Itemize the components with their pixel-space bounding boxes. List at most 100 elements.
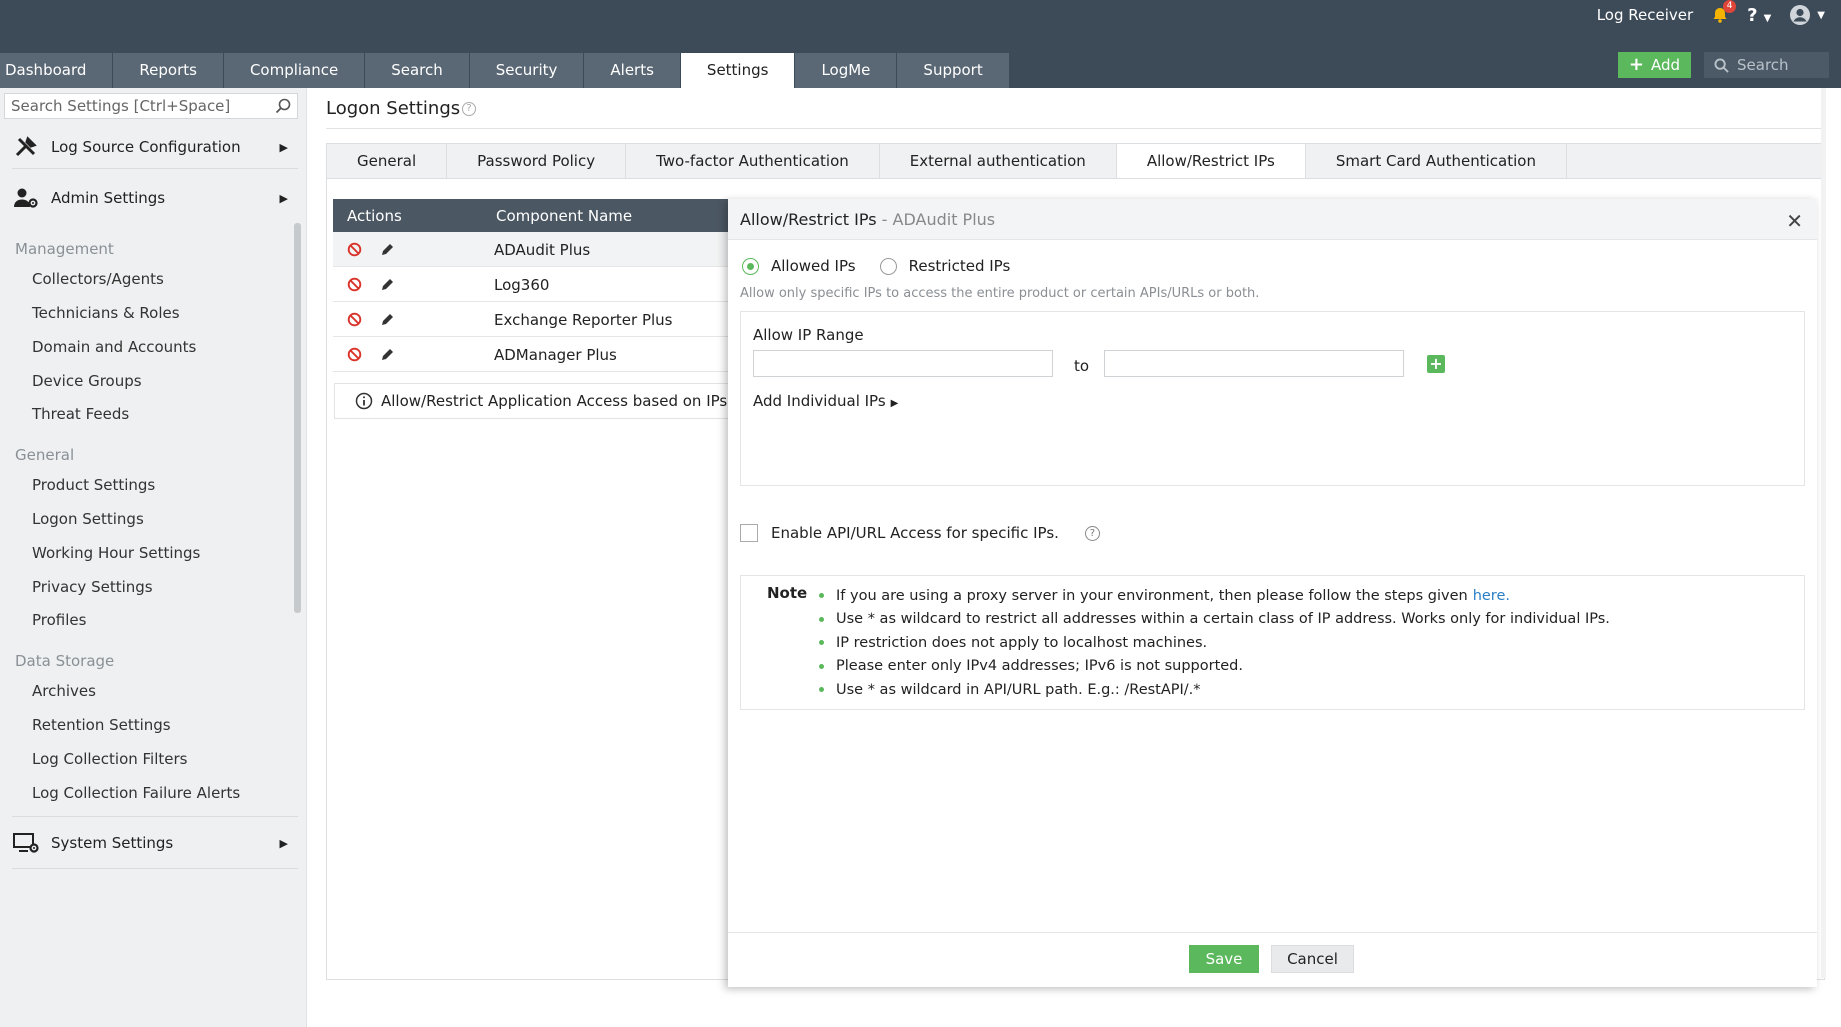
note-item: Use * as wildcard to restrict all addres…	[819, 608, 1610, 632]
ip-range-start-input[interactable]	[753, 350, 1053, 377]
sidebar-item-log-collection-filters[interactable]: Log Collection Filters	[32, 750, 188, 768]
edit-icon[interactable]	[381, 347, 395, 361]
tab-general[interactable]: General	[327, 144, 448, 178]
sidebar-item-retention-settings[interactable]: Retention Settings	[32, 716, 171, 734]
dialog-subtitle: ADAudit Plus	[892, 210, 996, 229]
sidebar-item-privacy-settings[interactable]: Privacy Settings	[32, 578, 153, 596]
top-right-controls: Log Receiver 4 ? ▼ ▼	[1597, 0, 1825, 28]
help-icon: ?	[1747, 4, 1758, 26]
help-menu[interactable]: ? ▼	[1747, 5, 1771, 26]
sidebar-log-source-label: Log Source Configuration	[51, 138, 241, 156]
nav-tab-support[interactable]: Support	[897, 53, 1009, 88]
allow-restrict-ips-dialog: Allow/Restrict IPs - ADAudit Plus ✕ Allo…	[728, 199, 1817, 987]
edit-icon[interactable]	[381, 242, 395, 256]
note-label: Note	[767, 584, 808, 602]
notification-badge: 4	[1723, 0, 1737, 13]
tools-icon	[15, 136, 37, 157]
chevron-right-icon: ▶	[279, 140, 288, 154]
add-individual-ips-toggle[interactable]: Add Individual IPs ▶	[753, 392, 898, 410]
bell-icon[interactable]: 4	[1711, 0, 1737, 24]
nav-tab-reports[interactable]: Reports	[113, 53, 223, 88]
sidebar-admin-settings[interactable]: Admin Settings ▶	[12, 178, 298, 218]
api-access-label[interactable]: Enable API/URL Access for specific IPs.	[771, 524, 1059, 542]
ip-range-end-input[interactable]	[1104, 350, 1404, 377]
restricted-ips-radio[interactable]	[879, 257, 897, 275]
chevron-right-icon: ▶	[279, 191, 288, 205]
restricted-ips-label[interactable]: Restricted IPs	[909, 257, 1011, 275]
block-icon[interactable]	[347, 312, 362, 327]
bullet-icon	[819, 687, 824, 693]
sidebar-item-log-collection-failure-alerts[interactable]: Log Collection Failure Alerts	[32, 784, 240, 802]
add-button[interactable]: + Add	[1618, 52, 1691, 78]
note-list: If you are using a proxy server in your …	[819, 584, 1610, 702]
help-icon[interactable]: ?	[462, 102, 476, 116]
save-button[interactable]: Save	[1189, 945, 1259, 973]
sidebar-item-technicians-roles[interactable]: Technicians & Roles	[32, 304, 180, 322]
allowed-ips-hint: Allow only specific IPs to access the en…	[740, 286, 1260, 301]
note-item: Use * as wildcard in API/URL path. E.g.:…	[819, 678, 1610, 702]
ip-range-to-label: to	[1074, 357, 1090, 375]
sidebar-log-source-configuration[interactable]: Log Source Configuration ▶	[12, 127, 298, 167]
tab-external-authentication[interactable]: External authentication	[880, 144, 1117, 178]
tab-allow-restrict-ips[interactable]: Allow/Restrict IPs	[1116, 144, 1306, 178]
sidebar-item-threat-feeds[interactable]: Threat Feeds	[32, 405, 129, 423]
sidebar-item-product-settings[interactable]: Product Settings	[32, 476, 155, 494]
sidebar-item-domain-accounts[interactable]: Domain and Accounts	[32, 338, 196, 356]
main-nav: Dashboard Reports Compliance Search Secu…	[0, 53, 1010, 88]
page-scrollbar[interactable]	[1821, 88, 1826, 978]
help-icon[interactable]: ?	[1084, 525, 1100, 541]
sidebar-item-archives[interactable]: Archives	[32, 682, 96, 700]
settings-search-placeholder: Search Settings [Ctrl+Space]	[11, 97, 231, 115]
user-gear-icon	[14, 188, 38, 208]
table-row: Log360	[333, 267, 731, 302]
nav-tab-settings[interactable]: Settings	[680, 53, 795, 88]
table-row: ADAudit Plus	[333, 232, 731, 267]
info-message: Allow/Restrict Application Access based …	[334, 383, 732, 419]
note-text: Use * as wildcard in API/URL path. E.g.:…	[836, 681, 1201, 698]
sidebar-item-profiles[interactable]: Profiles	[32, 611, 86, 629]
component-name: ADAudit Plus	[494, 241, 591, 259]
sidebar-item-logon-settings[interactable]: Logon Settings	[32, 510, 144, 528]
note-text: IP restriction does not apply to localho…	[836, 634, 1208, 651]
sidebar-section-data-storage: Data Storage	[15, 652, 115, 670]
edit-icon[interactable]	[381, 312, 395, 326]
close-icon[interactable]: ✕	[1786, 209, 1803, 233]
nav-tab-compliance[interactable]: Compliance	[223, 53, 365, 88]
api-access-checkbox[interactable]	[740, 524, 758, 542]
sidebar-system-settings[interactable]: System Settings ▶	[12, 823, 298, 863]
nav-tab-dashboard[interactable]: Dashboard	[0, 53, 113, 88]
sidebar-item-device-groups[interactable]: Device Groups	[32, 372, 142, 390]
tab-two-factor-authentication[interactable]: Two-factor Authentication	[626, 144, 880, 178]
user-role-label[interactable]: Log Receiver	[1597, 6, 1693, 24]
proxy-steps-link[interactable]: here.	[1473, 588, 1510, 604]
note-text: Please enter only IPv4 addresses; IPv6 i…	[836, 658, 1243, 675]
nav-tab-logme[interactable]: LogMe	[795, 53, 897, 88]
settings-search-input[interactable]: Search Settings [Ctrl+Space]	[4, 93, 298, 119]
component-name: Log360	[494, 276, 550, 294]
global-search-input[interactable]: Search	[1704, 52, 1829, 78]
add-range-icon[interactable]: +	[1427, 355, 1445, 373]
sidebar-section-management: Management	[15, 240, 114, 258]
nav-tab-search[interactable]: Search	[365, 53, 469, 88]
edit-icon[interactable]	[381, 277, 395, 291]
ip-range-panel: Allow IP Range to + Add Individual IPs ▶	[740, 311, 1805, 486]
block-icon[interactable]	[347, 347, 362, 362]
allowed-ips-radio[interactable]	[742, 257, 759, 275]
sidebar-item-working-hour-settings[interactable]: Working Hour Settings	[32, 544, 200, 562]
dialog-header: Allow/Restrict IPs - ADAudit Plus ✕	[728, 199, 1817, 240]
sidebar-item-collectors-agents[interactable]: Collectors/Agents	[32, 270, 164, 288]
ip-mode-radio-group: Allowed IPs Restricted IPs	[742, 257, 1034, 275]
nav-tab-security[interactable]: Security	[469, 53, 584, 88]
search-icon	[1714, 57, 1729, 73]
allowed-ips-label[interactable]: Allowed IPs	[771, 257, 856, 275]
block-icon[interactable]	[347, 242, 362, 257]
tab-smart-card-authentication[interactable]: Smart Card Authentication	[1306, 144, 1567, 178]
nav-tab-alerts[interactable]: Alerts	[584, 53, 680, 88]
sidebar-scrollbar[interactable]	[294, 223, 301, 613]
cancel-button[interactable]: Cancel	[1271, 945, 1354, 973]
ip-range-title: Allow IP Range	[753, 326, 864, 344]
user-menu[interactable]: ▼	[1789, 4, 1825, 26]
bullet-icon	[819, 616, 824, 622]
block-icon[interactable]	[347, 277, 362, 292]
tab-password-policy[interactable]: Password Policy	[447, 144, 627, 178]
